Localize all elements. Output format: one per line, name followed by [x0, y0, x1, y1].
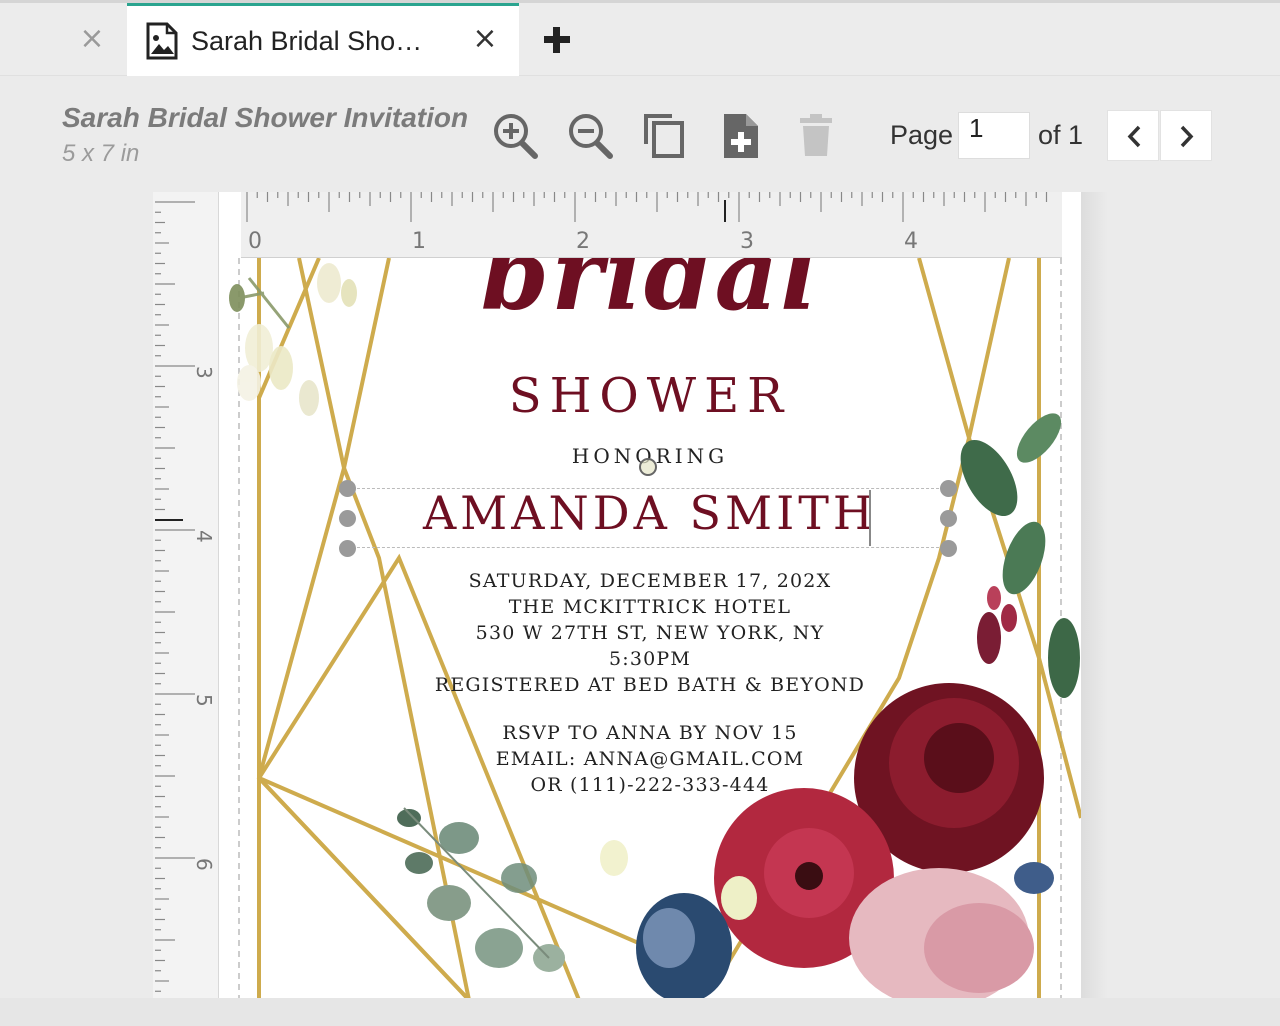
document-size: 5 x 7 in	[62, 140, 140, 167]
vruler-label: 6	[192, 858, 216, 871]
next-page-button[interactable]	[1160, 110, 1212, 161]
trash-icon	[800, 114, 832, 156]
hruler-label: 2	[576, 229, 590, 254]
detail-line[interactable]: 5:30PM	[219, 648, 1081, 670]
image-document-icon	[146, 22, 178, 60]
resize-handle[interactable]	[940, 540, 957, 557]
vruler-label: 5	[192, 694, 216, 707]
page-margin	[219, 192, 241, 258]
page-margin	[1062, 192, 1081, 258]
resize-handle[interactable]	[940, 480, 957, 497]
zoom-out-button[interactable]	[565, 110, 615, 162]
tab-close-icon[interactable]: ×	[470, 24, 500, 54]
invitation-page[interactable]: bridal SHOWER HONORING AMANDA SMITH SATU…	[219, 258, 1081, 1000]
resize-handle[interactable]	[339, 510, 356, 527]
tab-bar: × Sarah Bridal Sho… ×	[0, 3, 1280, 76]
hruler-label: 1	[412, 229, 426, 254]
add-page-icon	[724, 114, 758, 158]
shower-heading[interactable]: SHOWER	[219, 368, 1081, 424]
zoom-in-icon	[494, 114, 538, 159]
rotate-handle[interactable]	[639, 458, 657, 476]
hruler-label: 4	[904, 229, 918, 254]
close-icon[interactable]: ×	[78, 24, 106, 54]
text-cursor	[869, 490, 871, 546]
resize-handle[interactable]	[339, 480, 356, 497]
chevron-left-icon	[1127, 125, 1141, 148]
duplicate-icon	[644, 114, 684, 158]
bottom-bar	[0, 998, 1280, 1026]
resize-handle[interactable]	[339, 540, 356, 557]
add-page-button[interactable]	[716, 110, 766, 162]
detail-line[interactable]: 530 W 27TH ST, NEW YORK, NY	[219, 622, 1081, 644]
detail-line[interactable]: REGISTERED AT BED BATH & BEYOND	[219, 674, 1081, 696]
page-label: Page	[890, 120, 954, 150]
vruler-label: 3	[192, 366, 216, 379]
chevron-right-icon	[1180, 125, 1194, 148]
hruler-label: 3	[740, 229, 754, 254]
tab-active[interactable]: Sarah Bridal Sho… ×	[127, 3, 519, 76]
page-number-input[interactable]: 1	[958, 112, 1030, 159]
vertical-ruler[interactable]: 3456 2	[150, 140, 219, 1000]
zoom-out-icon	[569, 114, 613, 159]
prev-page-button[interactable]	[1107, 110, 1159, 161]
canvas-shadow	[1080, 192, 1108, 1000]
rsvp-line[interactable]: EMAIL: ANNA@GMAIL.COM	[219, 748, 1081, 770]
page-count-label: of 1	[1038, 120, 1084, 150]
tab-title: Sarah Bridal Sho…	[191, 26, 423, 56]
delete-button[interactable]	[791, 110, 841, 162]
script-heading[interactable]: bridal	[219, 258, 1081, 333]
detail-line[interactable]: THE MCKITTRICK HOTEL	[219, 596, 1081, 618]
horizontal-ruler[interactable]: 0 1 2 3 4	[219, 192, 1062, 258]
detail-line[interactable]: SATURDAY, DECEMBER 17, 202X	[219, 570, 1081, 592]
rsvp-line[interactable]: RSVP TO ANNA BY NOV 15	[219, 722, 1081, 744]
resize-handle[interactable]	[940, 510, 957, 527]
document-title: Sarah Bridal Shower Invitation	[62, 102, 469, 133]
rsvp-line[interactable]: OR (111)-222-333-444	[219, 774, 1081, 796]
plus-icon[interactable]	[540, 23, 574, 57]
vruler-label: 4	[192, 530, 216, 543]
duplicate-button[interactable]	[640, 110, 690, 162]
zoom-in-button[interactable]	[490, 110, 540, 162]
hruler-label: 0	[248, 229, 262, 254]
